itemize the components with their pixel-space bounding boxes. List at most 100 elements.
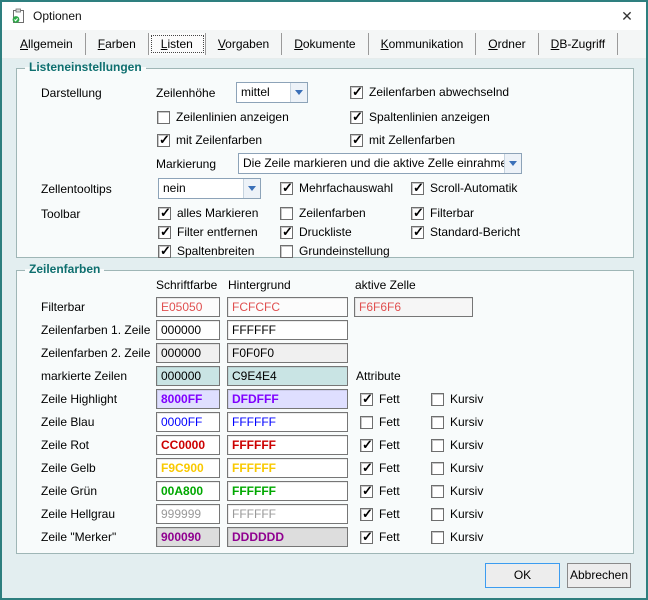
checkbox-box: [360, 508, 373, 521]
tab-label-rest: rdner: [498, 37, 526, 51]
checkbox-fett-blau[interactable]: Fett: [360, 415, 400, 429]
checkbox-label: Kursiv: [450, 530, 483, 544]
checkbox-box: [350, 111, 363, 124]
checkbox-mit-zeilenfarben[interactable]: mit Zeilenfarben: [157, 133, 262, 147]
row-label: Zeile Blau: [41, 415, 94, 429]
schriftfarbe-field-blau[interactable]: 0000FF: [156, 412, 220, 432]
schriftfarbe-field-markierte[interactable]: 000000: [156, 366, 220, 386]
group-title-listeneinstellungen: Listeneinstellungen: [25, 60, 146, 74]
checkbox-mit-zellenfarben[interactable]: mit Zellenfarben: [350, 133, 455, 147]
hintergrund-field-blau[interactable]: FFFFFF: [227, 412, 348, 432]
hintergrund-field-merker[interactable]: DDDDDD: [227, 527, 348, 547]
schriftfarbe-field-gelb[interactable]: F9C900: [156, 458, 220, 478]
cancel-button[interactable]: Abbrechen: [567, 563, 631, 588]
checkbox-label: Fett: [379, 484, 400, 498]
checkbox-label: mit Zeilenfarben: [176, 133, 262, 147]
checkbox-kursiv-highlight[interactable]: Kursiv: [431, 392, 483, 406]
tab-db-zugriff[interactable]: DB-Zugriff: [539, 33, 618, 55]
checkbox-kursiv-gelb[interactable]: Kursiv: [431, 461, 483, 475]
checkbox-zeilenfarben-abwechselnd[interactable]: Zeilenfarben abwechselnd: [350, 85, 509, 99]
row-label: Zeilenfarben 1. Zeile: [41, 323, 150, 337]
zellentooltips-dropdown[interactable]: nein: [158, 178, 261, 199]
tab-allgemein[interactable]: Allgemein: [8, 33, 86, 55]
checkbox-spaltenlinien-anzeigen[interactable]: Spaltenlinien anzeigen: [350, 110, 490, 124]
checkbox-fett-merker[interactable]: Fett: [360, 530, 400, 544]
schriftfarbe-field-highlight[interactable]: 8000FF: [156, 389, 220, 409]
checkbox-fett-hellgrau[interactable]: Fett: [360, 507, 400, 521]
checkbox-zeilenlinien-anzeigen[interactable]: Zeilenlinien anzeigen: [157, 110, 289, 124]
schriftfarbe-field-rot[interactable]: CC0000: [156, 435, 220, 455]
checkbox-label: Filter entfernen: [177, 225, 258, 239]
toolbar-label: Toolbar: [41, 207, 80, 221]
hintergrund-field-highlight[interactable]: DFDFFF: [227, 389, 348, 409]
zeilenhoehe-dropdown[interactable]: mittel: [236, 82, 308, 103]
tab-dokumente[interactable]: Dokumente: [282, 33, 368, 55]
row-label: Zeile Rot: [41, 438, 89, 452]
checkbox-label: Fett: [379, 438, 400, 452]
checkbox-zeilenfarben-toolbar[interactable]: Zeilenfarben: [280, 206, 366, 220]
schriftfarbe-field-hellgrau[interactable]: 999999: [156, 504, 220, 524]
hintergrund-field-gruen[interactable]: FFFFFF: [227, 481, 348, 501]
tab-kommunikation[interactable]: Kommunikation: [369, 33, 477, 55]
checkbox-grundeinstellung[interactable]: Grundeinstellung: [280, 244, 390, 258]
checkbox-box: [158, 245, 171, 258]
hintergrund-field-hellgrau[interactable]: FFFFFF: [227, 504, 348, 524]
schriftfarbe-field-zeile2[interactable]: 000000: [156, 343, 220, 363]
checkbox-kursiv-rot[interactable]: Kursiv: [431, 438, 483, 452]
checkbox-filter-entfernen[interactable]: Filter entfernen: [158, 225, 258, 239]
checkbox-box: [360, 439, 373, 452]
checkbox-fett-rot[interactable]: Fett: [360, 438, 400, 452]
checkbox-kursiv-hellgrau[interactable]: Kursiv: [431, 507, 483, 521]
checkbox-kursiv-gruen[interactable]: Kursiv: [431, 484, 483, 498]
tab-listen[interactable]: Listen: [149, 33, 206, 55]
checkbox-scroll-automatik[interactable]: Scroll-Automatik: [411, 181, 517, 195]
hintergrund-field-gelb[interactable]: FFFFFF: [227, 458, 348, 478]
row-label: markierte Zeilen: [41, 369, 127, 383]
checkbox-label: Kursiv: [450, 484, 483, 498]
darstellung-label: Darstellung: [41, 86, 102, 100]
checkbox-box: [431, 416, 444, 429]
aktive-zelle-field-filterbar[interactable]: F6F6F6: [354, 297, 473, 317]
ok-button[interactable]: OK: [485, 563, 560, 588]
checkbox-box: [280, 207, 293, 220]
checkbox-box: [411, 182, 424, 195]
tab-vorgaben[interactable]: Vorgaben: [206, 33, 282, 55]
tab-mnemonic: F: [98, 37, 105, 51]
tab-label-rest: B-Zugriff: [559, 37, 605, 51]
close-icon[interactable]: ✕: [616, 8, 638, 25]
checkbox-box: [280, 182, 293, 195]
checkbox-box: [431, 531, 444, 544]
checkbox-fett-highlight[interactable]: Fett: [360, 392, 400, 406]
hintergrund-field-zeile1[interactable]: FFFFFF: [227, 320, 348, 340]
zellentooltips-value: nein: [159, 179, 243, 198]
tab-ordner[interactable]: Ordner: [476, 33, 538, 55]
checkbox-box: [157, 134, 170, 147]
tab-farben[interactable]: Farben: [86, 33, 149, 55]
checkbox-standard-bericht[interactable]: Standard-Bericht: [411, 225, 520, 239]
schriftfarbe-field-zeile1[interactable]: 000000: [156, 320, 220, 340]
checkbox-kursiv-merker[interactable]: Kursiv: [431, 530, 483, 544]
tab-label-rest: orgaben: [225, 37, 269, 51]
checkbox-kursiv-blau[interactable]: Kursiv: [431, 415, 483, 429]
hintergrund-field-zeile2[interactable]: F0F0F0: [227, 343, 348, 363]
markierung-dropdown[interactable]: Die Zeile markieren und die aktive Zelle…: [238, 153, 522, 174]
schriftfarbe-field-gruen[interactable]: 00A800: [156, 481, 220, 501]
checkbox-label: Standard-Bericht: [430, 225, 520, 239]
checkbox-box: [158, 226, 171, 239]
markierung-label: Markierung: [156, 157, 216, 171]
checkbox-fett-gruen[interactable]: Fett: [360, 484, 400, 498]
hintergrund-field-filterbar[interactable]: FCFCFC: [227, 297, 348, 317]
row-label: Zeile Grün: [41, 484, 97, 498]
checkbox-mehrfachauswahl[interactable]: Mehrfachauswahl: [280, 181, 393, 195]
schriftfarbe-field-filterbar[interactable]: E05050: [156, 297, 220, 317]
checkbox-spaltenbreiten[interactable]: Spaltenbreiten: [158, 244, 254, 258]
schriftfarbe-field-merker[interactable]: 900090: [156, 527, 220, 547]
hintergrund-field-rot[interactable]: FFFFFF: [227, 435, 348, 455]
checkbox-filterbar[interactable]: Filterbar: [411, 206, 474, 220]
hintergrund-field-markierte[interactable]: C9E4E4: [227, 366, 348, 386]
checkbox-fett-gelb[interactable]: Fett: [360, 461, 400, 475]
checkbox-druckliste[interactable]: Druckliste: [280, 225, 352, 239]
checkbox-alles-markieren[interactable]: alles Markieren: [158, 206, 258, 220]
tab-mnemonic: D: [294, 37, 303, 51]
tab-label-rest: arben: [105, 37, 136, 51]
